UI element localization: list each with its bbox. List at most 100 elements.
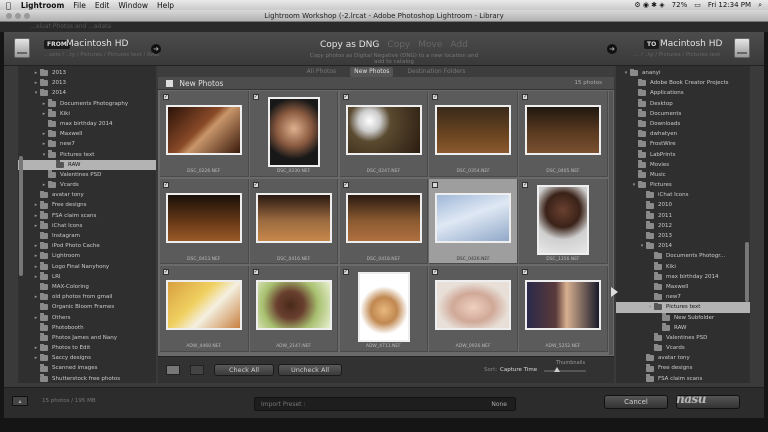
mode-copy[interactable]: Copy <box>387 40 410 50</box>
source-folder-item[interactable]: ▸ 2013 <box>18 78 156 88</box>
disclosure-closed-icon[interactable]: ▸ <box>40 109 48 119</box>
dest-volume[interactable]: Macintosh HD <box>660 39 722 49</box>
photo-thumbnail-cell[interactable]: ✓ DSC_0413.NEF <box>160 178 249 264</box>
dest-folder-item[interactable]: Music <box>616 170 750 180</box>
disclosure-closed-icon[interactable]: ▸ <box>32 262 40 272</box>
check-all-button[interactable]: Check All <box>214 364 274 376</box>
dest-folder-item[interactable]: new7 <box>616 292 750 302</box>
disclosure-closed-icon[interactable]: ▸ <box>32 292 40 302</box>
photo-checkbox[interactable]: ✓ <box>522 181 529 188</box>
disclosure-closed-icon[interactable]: ▸ <box>32 343 40 353</box>
source-folder-item[interactable]: max birthday 2014 <box>18 119 156 129</box>
dest-folder-item[interactable]: Vcards <box>616 343 750 353</box>
tab-destination-folders[interactable]: Destination Folders <box>403 67 469 77</box>
dest-folder-item[interactable]: 2010 <box>616 200 750 210</box>
source-folder-item[interactable]: ▸ iPod Photo Cache <box>18 241 156 251</box>
search-icon[interactable]: ⌕ <box>758 1 762 10</box>
mode-add[interactable]: Add <box>450 40 467 50</box>
photo-checkbox[interactable]: ✓ <box>252 181 259 188</box>
source-folder-item[interactable]: Scanned images <box>18 363 156 373</box>
source-folder-item[interactable]: ▾ 2014 <box>18 88 156 98</box>
disclosure-open-icon[interactable]: ▾ <box>646 302 654 312</box>
menu-window[interactable]: Window <box>118 1 148 10</box>
dest-arrow-icon[interactable]: ➜ <box>607 44 617 54</box>
source-folder-item[interactable]: ▸ FSA claim scans <box>18 211 156 221</box>
source-folder-item[interactable]: ▸ Free designs <box>18 200 156 210</box>
source-folder-item[interactable]: MAX-Coloring <box>18 282 156 292</box>
source-volume[interactable]: Macintosh HD <box>66 39 128 49</box>
dest-folder-item[interactable]: Downloads <box>616 119 750 129</box>
disclosure-closed-icon[interactable]: ▸ <box>32 200 40 210</box>
photo-checkbox[interactable]: ✓ <box>522 269 529 275</box>
photo-checkbox[interactable]: ✓ <box>163 94 169 100</box>
photo-thumbnail-cell[interactable]: ✓ DSC_0247.NEF <box>339 91 429 177</box>
photo-checkbox[interactable]: ✓ <box>342 94 349 100</box>
select-all-checkbox[interactable] <box>166 79 173 87</box>
minimize-window-button[interactable] <box>15 13 21 19</box>
photo-checkbox[interactable]: ✓ <box>163 181 169 188</box>
photo-thumbnail-cell[interactable]: ✓ ADW_0926.NEF <box>429 266 518 352</box>
expand-toggle-button[interactable]: ▴ <box>12 396 28 406</box>
dest-folder-item[interactable]: Maxwell <box>616 282 750 292</box>
source-folder-item[interactable]: ▸ Photos to Edit <box>18 343 156 353</box>
dest-folder-item[interactable]: FrostWire <box>616 139 750 149</box>
source-folder-item[interactable]: ▸ Logo Final Nanyhony <box>18 262 156 272</box>
mode-move[interactable]: Move <box>418 40 442 50</box>
photo-thumbnail-cell[interactable]: ✓ DSC_0416.NEF <box>249 178 339 264</box>
source-folder-item[interactable]: ▸ Lightroom <box>18 251 156 261</box>
source-folder-item[interactable]: ▸ Saccy designs <box>18 353 156 363</box>
import-preset-select[interactable]: Import Preset : None <box>254 397 516 411</box>
photo-thumbnail-cell[interactable]: ✓ DSC_0418.NEF <box>339 178 429 264</box>
photo-checkbox[interactable]: ✓ <box>432 94 439 100</box>
thumbnail-slider-knob[interactable] <box>553 367 560 372</box>
source-folder-item[interactable]: ▸ Maxwell <box>18 129 156 139</box>
dest-folder-item[interactable]: ▾ Pictures <box>616 180 750 190</box>
disclosure-closed-icon[interactable]: ▸ <box>40 180 48 190</box>
photo-thumbnail-cell[interactable]: ✓ DSC_0354.NEF <box>429 91 518 177</box>
disclosure-open-icon[interactable]: ▾ <box>630 180 638 190</box>
photo-checkbox[interactable]: ✓ <box>252 269 259 275</box>
dest-folder-item[interactable]: Valentines PSD <box>616 333 750 343</box>
disclosure-closed-icon[interactable]: ▸ <box>32 68 40 78</box>
source-folder-item[interactable]: ▸ LRI <box>18 272 156 282</box>
source-folder-item[interactable]: ▾ Pictures text <box>18 150 156 160</box>
source-folder-item[interactable]: Photos James and Nany <box>18 333 156 343</box>
dest-folder-item[interactable]: dwhatyen <box>616 129 750 139</box>
dest-folder-item[interactable]: Free designs <box>616 363 750 373</box>
dest-folder-item[interactable]: ▾ 2014 <box>616 241 750 251</box>
dest-folder-item[interactable]: ▾ Pictures text <box>616 302 750 313</box>
dest-folder-item[interactable]: Movies <box>616 160 750 170</box>
disclosure-open-icon[interactable]: ▾ <box>40 150 48 160</box>
close-window-button[interactable] <box>6 13 12 19</box>
source-folder-item[interactable]: ▸ new7 <box>18 139 156 149</box>
source-folder-item[interactable]: ▸ Vcards <box>18 180 156 190</box>
menu-help[interactable]: Help <box>157 1 174 10</box>
disclosure-open-icon[interactable]: ▾ <box>32 88 40 98</box>
tab-new-photos[interactable]: New Photos <box>350 67 394 77</box>
apple-menu-icon[interactable]:  <box>6 1 11 10</box>
photo-checkbox[interactable]: ✓ <box>342 269 349 275</box>
grid-scrollbar[interactable] <box>609 91 613 355</box>
photo-thumbnail-cell[interactable]: ✓ DSC_0230.NEF <box>249 91 339 177</box>
uncheck-all-button[interactable]: Uncheck All <box>278 364 342 376</box>
source-folder-item[interactable]: ▸ 2013 <box>18 68 156 78</box>
disclosure-closed-icon[interactable]: ▸ <box>32 313 40 323</box>
dest-folder-item[interactable]: 2011 <box>616 211 750 221</box>
dest-folder-item[interactable]: FSA claim scans <box>616 374 750 383</box>
tab-all-photos[interactable]: All Photos <box>303 67 341 77</box>
dest-folder-item[interactable]: max birthday 2014 <box>616 272 750 282</box>
grid-view-icon[interactable] <box>166 365 180 375</box>
dest-folder-item[interactable]: Documents Photogr... <box>616 251 750 261</box>
dest-folder-item[interactable]: New Subfolder <box>616 313 750 323</box>
disclosure-closed-icon[interactable]: ▸ <box>32 353 40 363</box>
disclosure-closed-icon[interactable]: ▸ <box>32 251 40 261</box>
disclosure-open-icon[interactable]: ▾ <box>622 68 630 78</box>
photo-thumbnail-cell[interactable]: ✓ ADW_4460.NEF <box>160 266 249 352</box>
dest-folder-item[interactable]: ▾ ananyi <box>616 68 750 78</box>
source-folder-item[interactable]: Instagram <box>18 231 156 241</box>
source-folder-item[interactable]: Organic Bloom Frames <box>18 302 156 312</box>
cancel-button[interactable]: Cancel <box>604 395 668 409</box>
dest-folder-item[interactable]: LabPrints <box>616 150 750 160</box>
disclosure-closed-icon[interactable]: ▸ <box>32 211 40 221</box>
loupe-view-icon[interactable] <box>190 365 204 375</box>
